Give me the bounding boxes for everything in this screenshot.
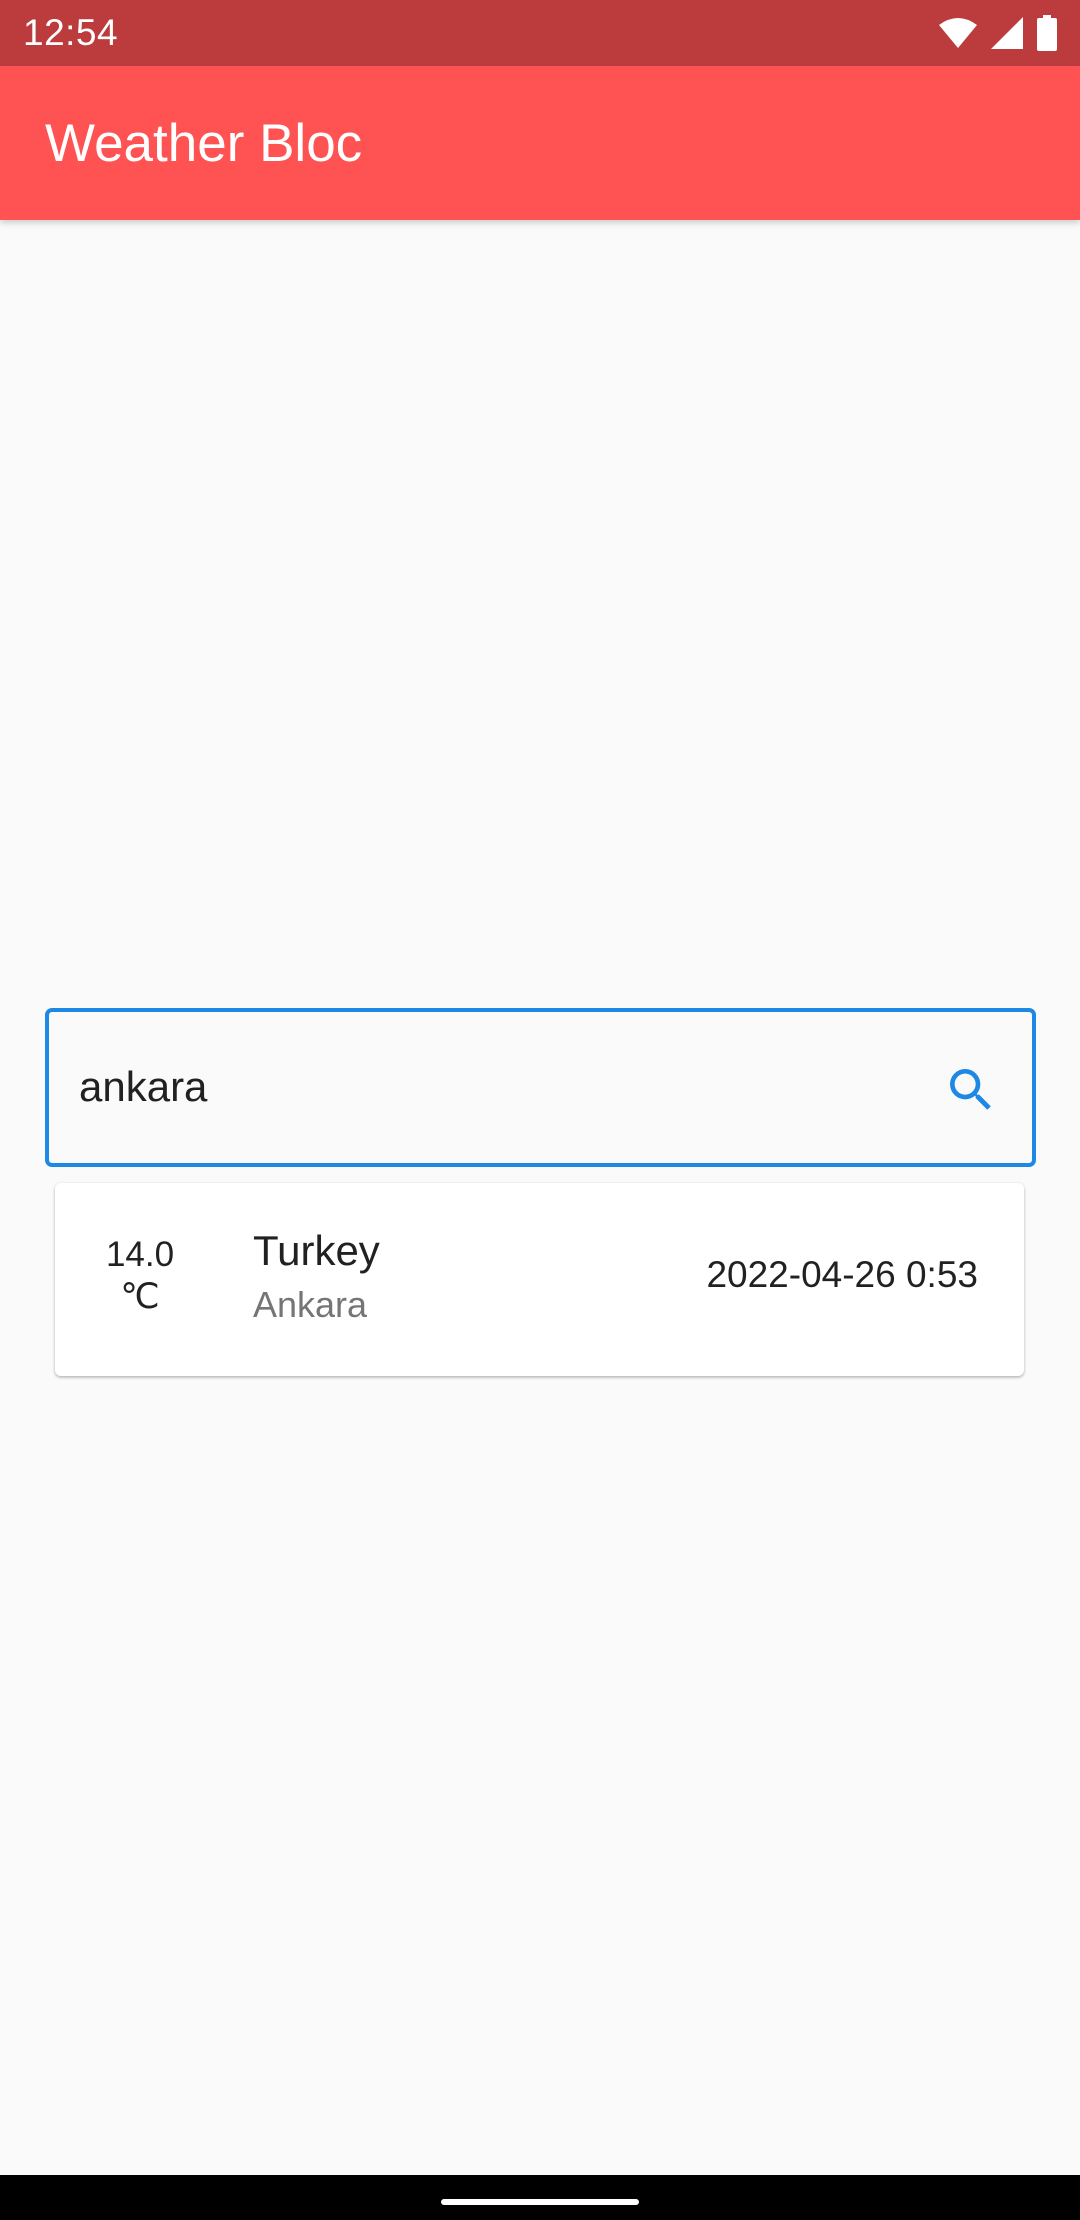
search-icon[interactable] <box>943 1062 999 1118</box>
app-bar: Weather Bloc <box>0 66 1080 220</box>
search-field[interactable]: ankara <box>45 1008 1036 1167</box>
wifi-icon <box>938 17 978 49</box>
home-gesture-handle[interactable] <box>441 2199 639 2205</box>
app-title: Weather Bloc <box>45 114 363 173</box>
result-datetime: 2022-04-26 0:53 <box>706 1254 978 1295</box>
country-name: Turkey <box>253 1227 380 1274</box>
search-input[interactable]: ankara <box>79 1062 207 1112</box>
signal-icon <box>990 16 1024 50</box>
navigation-bar <box>0 2175 1080 2220</box>
temperature-value: 14.0 <box>105 1235 175 1274</box>
temperature-unit: ℃ <box>120 1277 160 1316</box>
city-name: Ankara <box>253 1284 368 1325</box>
status-time: 12:54 <box>23 12 119 53</box>
weather-result-card[interactable]: 14.0 ℃ Turkey Ankara 2022-04-26 0:53 <box>55 1183 1024 1376</box>
battery-icon <box>1036 15 1058 51</box>
status-icons <box>938 14 1058 52</box>
status-bar: 12:54 <box>0 0 1080 66</box>
